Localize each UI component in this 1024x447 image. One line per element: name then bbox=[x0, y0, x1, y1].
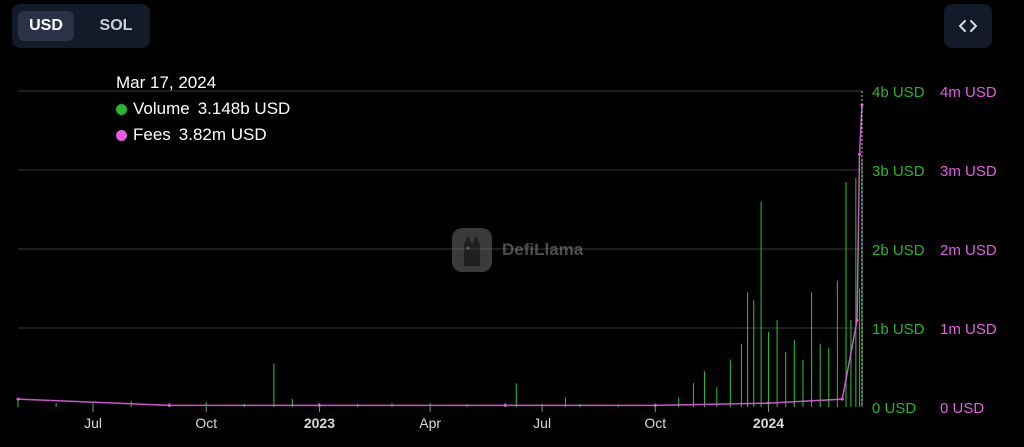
chart-tooltip: Mar 17, 2024 Volume 3.148b USD Fees 3.82… bbox=[116, 70, 290, 148]
y-left-tick-label: 3b USD bbox=[872, 163, 925, 180]
x-tick-label: 2023 bbox=[304, 415, 335, 431]
y-right-tick-label: 3m USD bbox=[940, 163, 997, 180]
y-left-tick-label: 2b USD bbox=[872, 242, 925, 259]
volume-bar bbox=[855, 177, 857, 407]
volume-bar bbox=[703, 371, 706, 407]
y-right-tick-label: 0 USD bbox=[940, 400, 984, 417]
volume-bar bbox=[802, 359, 804, 407]
volume-bar bbox=[753, 300, 755, 407]
fees-point bbox=[16, 397, 20, 401]
volume-bar bbox=[776, 320, 778, 407]
volume-bar bbox=[205, 402, 207, 407]
volume-bar bbox=[729, 359, 731, 407]
fees-point bbox=[855, 318, 859, 322]
tooltip-fees-row: Fees 3.82m USD bbox=[116, 122, 290, 148]
fees-legend-dot bbox=[116, 129, 127, 141]
volume-bar bbox=[836, 280, 838, 407]
volume-bar bbox=[850, 320, 852, 407]
tooltip-volume-label: Volume bbox=[133, 99, 190, 118]
tooltip-volume-row: Volume 3.148b USD bbox=[116, 96, 290, 122]
volume-bar bbox=[515, 383, 517, 407]
y-left-tick-label: 4b USD bbox=[872, 84, 925, 101]
volume-bar bbox=[793, 339, 795, 407]
volume-bar bbox=[760, 201, 762, 407]
y-left-tick-label: 0 USD bbox=[872, 400, 916, 417]
fees-point bbox=[766, 401, 770, 405]
volume-bar bbox=[747, 292, 749, 407]
volume-bar bbox=[858, 288, 861, 407]
fees-point bbox=[167, 403, 171, 407]
volume-bar bbox=[692, 383, 694, 407]
volume-fees-chart: 0 USD 0 USD 1b USD 1m USD 2b USD 2m USD 3b USD… bbox=[16, 84, 997, 431]
volume-bar bbox=[767, 331, 770, 407]
tooltip-fees-value: 3.82m USD bbox=[178, 125, 267, 144]
fees-point bbox=[317, 403, 321, 407]
y-right-tick-label: 4m USD bbox=[940, 84, 997, 101]
fees-point bbox=[858, 152, 862, 156]
volume-bar bbox=[55, 403, 57, 407]
volume-bar bbox=[740, 343, 742, 407]
fees-point bbox=[653, 403, 657, 407]
volume-bar bbox=[811, 292, 813, 407]
volume-legend-dot bbox=[116, 103, 127, 115]
defillama-watermark: DefiLlama bbox=[450, 226, 583, 274]
volume-bar bbox=[819, 343, 821, 407]
fees-series-line bbox=[17, 105, 863, 407]
tooltip-volume-value: 3.148b USD bbox=[197, 99, 291, 118]
volume-bar bbox=[828, 347, 830, 407]
volume-bar bbox=[785, 351, 787, 407]
y-left-tick-label: 1b USD bbox=[872, 321, 925, 338]
y-right-tick-label: 2m USD bbox=[940, 242, 997, 259]
x-tick-label: Jul bbox=[84, 415, 102, 431]
volume-bar bbox=[273, 363, 275, 407]
x-tick-label: 2024 bbox=[753, 415, 784, 431]
x-tick-label: Oct bbox=[195, 415, 217, 431]
y-right-tick-label: 1m USD bbox=[940, 321, 997, 338]
tooltip-fees-label: Fees bbox=[133, 125, 171, 144]
x-tick-label: Oct bbox=[644, 415, 666, 431]
x-tick-label: Jul bbox=[533, 415, 551, 431]
tooltip-date: Mar 17, 2024 bbox=[116, 73, 217, 92]
fees-point bbox=[503, 403, 507, 407]
watermark-text: DefiLlama bbox=[502, 240, 584, 259]
fees-point bbox=[840, 397, 844, 401]
llama-logo-icon bbox=[452, 228, 492, 272]
x-tick-label: Apr bbox=[419, 415, 441, 431]
